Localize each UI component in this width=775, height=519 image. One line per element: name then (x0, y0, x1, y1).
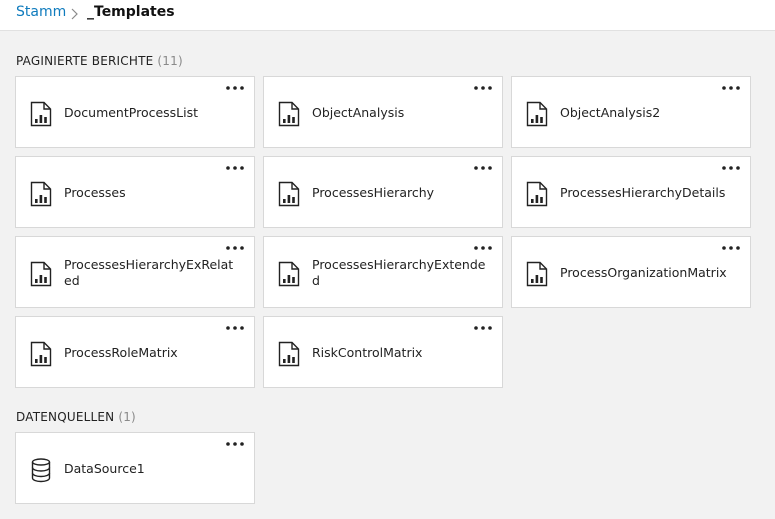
report-tile[interactable]: ObjectAnalysis (263, 76, 503, 148)
section-item-count: (1) (118, 410, 136, 424)
tile-name[interactable]: DataSource1 (64, 433, 240, 505)
paginated-report-icon (278, 181, 300, 207)
breadcrumb-current: _Templates (87, 4, 175, 20)
tile-name[interactable]: Processes (64, 157, 240, 229)
paginated-report-icon (526, 181, 548, 207)
breadcrumb-root-link[interactable]: Stamm (16, 4, 66, 20)
section-title-data-sources: DATENQUELLEN (1) (16, 410, 136, 424)
tile-name[interactable]: ProcessesHierarchy (312, 157, 488, 229)
report-tile[interactable]: ProcessesHierarchyDetails (511, 156, 751, 228)
paginated-report-icon (526, 101, 548, 127)
chevron-right-icon (71, 8, 78, 20)
paginated-report-icon (278, 261, 300, 287)
tile-name[interactable]: DocumentProcessList (64, 77, 240, 149)
database-icon (30, 457, 52, 483)
section-title-label: PAGINIERTE BERICHTE (16, 54, 154, 68)
report-tile[interactable]: ProcessesHierarchyExRelated (15, 236, 255, 308)
breadcrumb-bar: Stamm _Templates (0, 0, 775, 31)
tile-name[interactable]: ObjectAnalysis2 (560, 77, 736, 149)
paginated-report-icon (30, 341, 52, 367)
tile-name[interactable]: ProcessesHierarchyDetails (560, 157, 736, 229)
paginated-report-icon (278, 101, 300, 127)
report-tile[interactable]: ProcessOrganizationMatrix (511, 236, 751, 308)
report-tile[interactable]: ProcessesHierarchyExtended (263, 236, 503, 308)
report-tile[interactable]: ObjectAnalysis2 (511, 76, 751, 148)
paginated-report-icon (278, 341, 300, 367)
report-tile[interactable]: Processes (15, 156, 255, 228)
section-item-count: (11) (157, 54, 183, 68)
section-title-label: DATENQUELLEN (16, 410, 115, 424)
datasource-tile[interactable]: DataSource1 (15, 432, 255, 504)
report-tile[interactable]: ProcessesHierarchy (263, 156, 503, 228)
paginated-report-icon (30, 101, 52, 127)
tile-name[interactable]: ProcessesHierarchyExRelated (64, 237, 240, 309)
paginated-report-icon (30, 261, 52, 287)
tile-name[interactable]: ObjectAnalysis (312, 77, 488, 149)
tile-name[interactable]: RiskControlMatrix (312, 317, 488, 389)
report-tile[interactable]: DocumentProcessList (15, 76, 255, 148)
section-title-paginated-reports: PAGINIERTE BERICHTE (11) (16, 54, 183, 68)
report-tile[interactable]: ProcessRoleMatrix (15, 316, 255, 388)
tile-name[interactable]: ProcessesHierarchyExtended (312, 237, 488, 309)
paginated-report-icon (30, 181, 52, 207)
tile-name[interactable]: ProcessRoleMatrix (64, 317, 240, 389)
tile-name[interactable]: ProcessOrganizationMatrix (560, 237, 736, 309)
report-tile[interactable]: RiskControlMatrix (263, 316, 503, 388)
paginated-report-icon (526, 261, 548, 287)
